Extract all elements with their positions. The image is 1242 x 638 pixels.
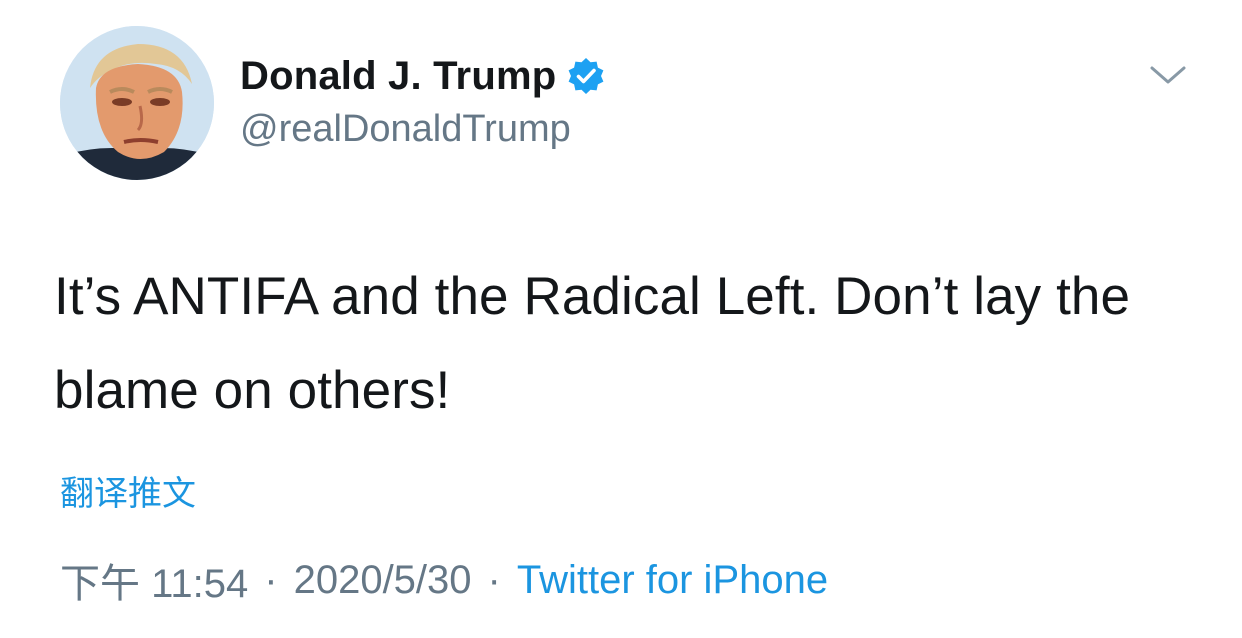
- author-name-row: Donald J. Trump: [240, 52, 606, 100]
- author-handle[interactable]: @realDonaldTrump: [240, 108, 571, 151]
- author-display-name[interactable]: Donald J. Trump: [240, 54, 556, 99]
- tweet-source-link[interactable]: Twitter for iPhone: [517, 558, 828, 603]
- tweet-meta: 下午 11:54 · 2020/5/30 · Twitter for iPhon…: [60, 551, 828, 609]
- tweet-card: Donald J. Trump @realDonaldTrump It’s AN…: [0, 0, 1242, 638]
- meta-separator: ·: [487, 557, 501, 602]
- meta-separator: ·: [264, 557, 278, 602]
- chevron-down-icon[interactable]: [1146, 58, 1190, 94]
- translate-tweet-link[interactable]: 翻译推文: [60, 466, 196, 515]
- author-avatar[interactable]: [60, 26, 214, 180]
- tweet-time[interactable]: 下午 11:54: [60, 551, 248, 609]
- verified-badge-icon: [566, 56, 606, 96]
- tweet-text: It’s ANTIFA and the Radical Left. Don’t …: [54, 267, 1131, 420]
- tweet-date[interactable]: 2020/5/30: [294, 558, 472, 603]
